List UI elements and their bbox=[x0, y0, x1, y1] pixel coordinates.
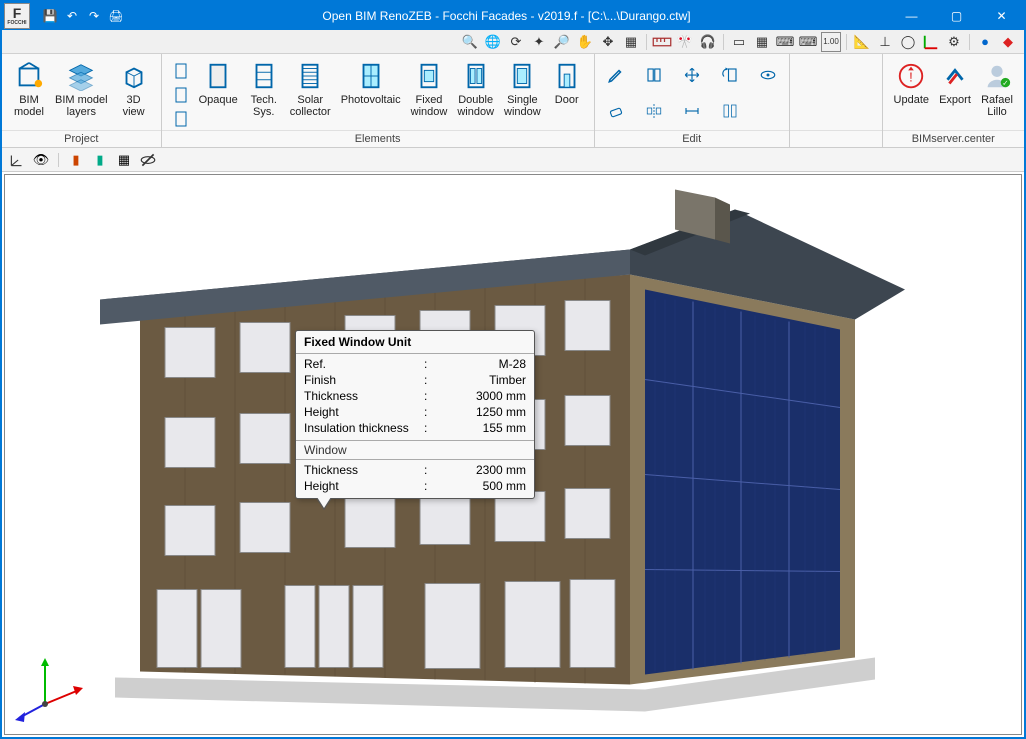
ruler-icon[interactable] bbox=[652, 32, 672, 52]
mirror-button[interactable] bbox=[637, 94, 671, 128]
rotate-box-button[interactable] bbox=[713, 58, 747, 92]
measure-button[interactable] bbox=[675, 94, 709, 128]
tooltip-section: Window bbox=[296, 440, 534, 460]
audio-icon[interactable]: 🎧 bbox=[698, 32, 718, 52]
grid-toggle-icon[interactable]: ▦ bbox=[115, 151, 133, 169]
bim-model-button[interactable]: BIM model bbox=[8, 58, 50, 120]
svg-text:!: ! bbox=[909, 70, 913, 85]
element-tooltip: Fixed Window Unit Ref.:M-28 Finish:Timbe… bbox=[295, 330, 535, 499]
scale-icon[interactable]: 1.00 bbox=[821, 32, 841, 52]
titlebar: F FOCCHI 💾 ↶ ↷ 🖨 Open BIM RenoZEB - Focc… bbox=[2, 2, 1024, 30]
fixed-window-button[interactable]: Fixed window bbox=[406, 58, 453, 120]
app-logo: F FOCCHI bbox=[4, 3, 30, 29]
redo-icon[interactable]: ↷ bbox=[86, 8, 102, 24]
flag-icon[interactable]: 🎌 bbox=[675, 32, 695, 52]
hide-icon[interactable] bbox=[139, 151, 157, 169]
utility-toolbar: 🔍 🌐 ⟳ ✦ 🔎 ✋ ✥ ▦ 🎌 🎧 ▭ ▦ ⌨ ⌨ 1.00 📐 ⊥ ◯ ⚙… bbox=[2, 30, 1024, 54]
globe-icon[interactable]: 🌐 bbox=[483, 32, 503, 52]
axis-gizmo-icon bbox=[13, 654, 85, 726]
ribbon-spacer bbox=[790, 54, 883, 147]
settings-icon[interactable]: ⚙ bbox=[944, 32, 964, 52]
blue-orb-icon[interactable]: ● bbox=[975, 32, 995, 52]
refresh-icon[interactable]: ⟳ bbox=[506, 32, 526, 52]
tooltip-title: Fixed Window Unit bbox=[296, 331, 534, 354]
view-toolbar: 👁 ▮ ▮ ▦ bbox=[2, 148, 1024, 172]
eye-button[interactable] bbox=[751, 58, 785, 92]
undo-icon[interactable]: ↶ bbox=[64, 8, 80, 24]
module-small-1[interactable] bbox=[170, 60, 192, 82]
snap-icon[interactable]: ▦ bbox=[621, 32, 641, 52]
svg-text:✓: ✓ bbox=[1002, 78, 1008, 87]
ribbon-group-label: Elements bbox=[162, 130, 594, 147]
window-title: Open BIM RenoZEB - Focchi Facades - v201… bbox=[124, 9, 889, 23]
search-icon[interactable]: 🔍 bbox=[460, 32, 480, 52]
save-icon[interactable]: 💾 bbox=[42, 8, 58, 24]
3d-viewport[interactable]: Fixed Window Unit Ref.:M-28 Finish:Timbe… bbox=[4, 174, 1022, 735]
angle-icon[interactable]: 📐 bbox=[852, 32, 872, 52]
single-window-button[interactable]: Single window bbox=[499, 58, 546, 120]
align-button[interactable] bbox=[713, 94, 747, 128]
export-button[interactable]: Export bbox=[934, 58, 976, 108]
opaque-button[interactable]: Opaque bbox=[194, 58, 243, 108]
close-button[interactable]: ✕ bbox=[979, 2, 1024, 30]
ribbon: BIM model BIM model layers 3D view Proje… bbox=[2, 54, 1024, 148]
copy-group-button[interactable] bbox=[637, 58, 671, 92]
move-arrows-button[interactable] bbox=[675, 58, 709, 92]
layer-toggle-2-icon[interactable]: ▮ bbox=[91, 151, 109, 169]
axes-icon[interactable] bbox=[921, 32, 941, 52]
photovoltaic-button[interactable]: Photovoltaic bbox=[336, 58, 406, 108]
tech-sys-button[interactable]: Tech. Sys. bbox=[243, 58, 285, 120]
keyboard-icon[interactable]: ⌨ bbox=[775, 32, 795, 52]
ribbon-group-label: BIMserver.center bbox=[883, 130, 1024, 147]
layer-toggle-1-icon[interactable]: ▮ bbox=[67, 151, 85, 169]
3d-view-button[interactable]: 3D view bbox=[113, 58, 155, 120]
move-icon[interactable]: ✥ bbox=[598, 32, 618, 52]
ribbon-group-label: Project bbox=[2, 130, 161, 147]
user-button[interactable]: ✓ Rafael Lillo bbox=[976, 58, 1018, 120]
ribbon-group-edit: Edit bbox=[595, 54, 790, 147]
panel-icon[interactable]: ▭ bbox=[729, 32, 749, 52]
module-small-3[interactable] bbox=[170, 108, 192, 130]
wand-icon[interactable]: ✦ bbox=[529, 32, 549, 52]
bim-layers-button[interactable]: BIM model layers bbox=[50, 58, 113, 120]
visibility-icon[interactable]: 👁 bbox=[32, 151, 50, 169]
grid-icon[interactable]: ▦ bbox=[752, 32, 772, 52]
ribbon-group-bimserver: ! Update Export ✓ Rafael Lillo BIMserver… bbox=[883, 54, 1024, 147]
minimize-button[interactable]: — bbox=[889, 2, 934, 30]
solar-collector-button[interactable]: Solar collector bbox=[285, 58, 336, 120]
eraser-button[interactable] bbox=[599, 94, 633, 128]
zoom-icon[interactable]: 🔎 bbox=[552, 32, 572, 52]
circle-icon[interactable]: ◯ bbox=[898, 32, 918, 52]
edit-pencil-button[interactable] bbox=[599, 58, 633, 92]
ribbon-group-label: Edit bbox=[595, 130, 789, 147]
pan-icon[interactable]: ✋ bbox=[575, 32, 595, 52]
print-icon[interactable]: 🖨 bbox=[108, 8, 124, 24]
keys-icon[interactable]: ⌨ bbox=[798, 32, 818, 52]
update-button[interactable]: ! Update bbox=[889, 58, 934, 108]
ribbon-group-project: BIM model BIM model layers 3D view Proje… bbox=[2, 54, 162, 147]
perpendicular-icon[interactable]: ⊥ bbox=[875, 32, 895, 52]
double-window-button[interactable]: Double window bbox=[452, 58, 499, 120]
ribbon-group-elements: Opaque Tech. Sys. Solar collector Photov… bbox=[162, 54, 595, 147]
help-icon[interactable]: ◆ bbox=[998, 32, 1018, 52]
maximize-button[interactable]: ▢ bbox=[934, 2, 979, 30]
axis-icon[interactable] bbox=[8, 151, 26, 169]
module-small-2[interactable] bbox=[170, 84, 192, 106]
door-button[interactable]: Door bbox=[546, 58, 588, 108]
